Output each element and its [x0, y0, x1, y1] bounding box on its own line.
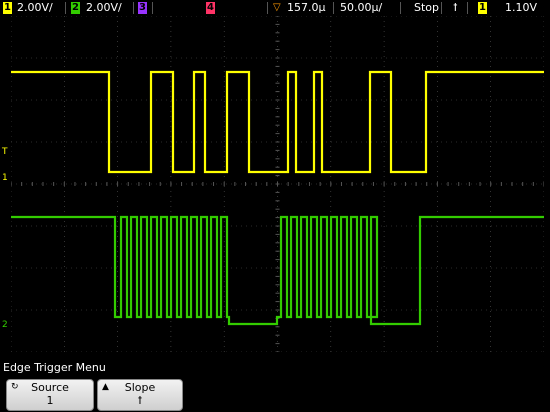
menu-title: Edge Trigger Menu	[3, 361, 106, 374]
ch2-scale: 2.00V/	[86, 1, 122, 14]
trigger-level-marker: T	[2, 147, 8, 157]
trigger-edge-icon: ꝉ	[453, 1, 458, 14]
ch4-badge[interactable]: 4	[206, 2, 215, 14]
divider	[333, 2, 334, 14]
ch1-badge[interactable]: 1	[3, 2, 12, 14]
run-state: Stop	[414, 1, 440, 14]
divider	[65, 2, 66, 14]
source-value: 1	[46, 394, 54, 407]
divider	[133, 2, 134, 14]
waveform-display	[11, 16, 544, 352]
time-offset: 157.0µ	[287, 1, 326, 14]
divider	[441, 2, 442, 14]
trigger-source-badge: 1	[478, 2, 487, 14]
trigger-level: 1.10V	[505, 1, 538, 14]
trigger-position-icon: ▽	[273, 2, 281, 13]
source-softkey[interactable]: ↻ Source 1	[6, 379, 94, 411]
divider	[400, 2, 401, 14]
divider	[467, 2, 468, 14]
softkey-menu: Edge Trigger Menu ↻ Source 1 ▲ Slope ꝉ	[0, 360, 550, 412]
status-bar: 1 2.00V/ 2 2.00V/ 3 4 ▽ 157.0µ 50.00µ/ S…	[0, 0, 550, 16]
divider	[267, 2, 268, 14]
ch1-scale: 2.00V/	[17, 1, 53, 14]
ch2-ground-marker: 2	[2, 320, 8, 330]
ch2-badge[interactable]: 2	[71, 2, 80, 14]
ch1-ground-marker: 1	[2, 173, 8, 183]
slope-softkey[interactable]: ▲ Slope ꝉ	[97, 379, 183, 411]
source-label: Source	[31, 381, 69, 394]
ch3-badge[interactable]: 3	[138, 2, 147, 14]
divider	[152, 2, 153, 14]
slope-value: ꝉ	[137, 394, 143, 407]
slope-label: Slope	[124, 381, 156, 394]
time-scale: 50.00µ/	[340, 1, 383, 14]
